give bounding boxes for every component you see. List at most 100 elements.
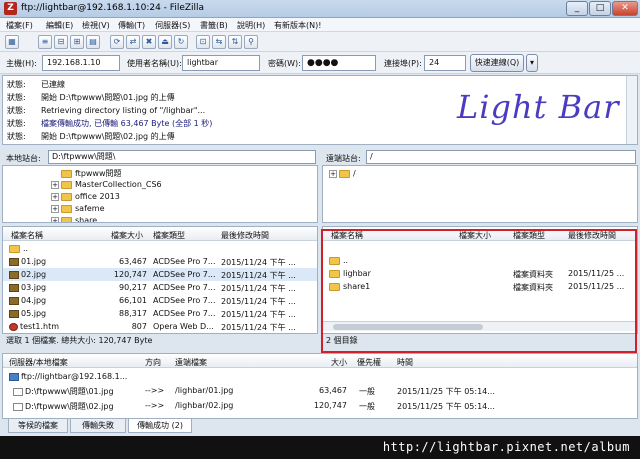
disconnect-icon[interactable]: ⏏: [158, 35, 172, 49]
log-scrollbar[interactable]: [626, 76, 637, 144]
column-modified[interactable]: 最後修改時間: [221, 230, 269, 241]
log-line: 狀態: 開始 D:\ftpwww\問題\02.jpg 的上傳: [7, 132, 175, 141]
lightbar-logo: Light Bar: [457, 88, 620, 126]
folder-icon: [9, 244, 20, 253]
remote-path-row: 遠端站台: /: [322, 149, 638, 165]
folder-icon: [61, 204, 72, 213]
expand-icon[interactable]: +: [51, 180, 59, 189]
folder-icon: [339, 169, 350, 178]
column-size[interactable]: 檔案大小: [111, 230, 143, 241]
close-button[interactable]: ✕: [612, 1, 638, 16]
toggle-log-icon[interactable]: ≡: [38, 35, 52, 49]
local-directory-tree: ftpwww問題 + MasterCollection_CS6 + office 2…: [2, 165, 318, 223]
menu-bookmarks[interactable]: 書籤(B): [200, 20, 228, 31]
tree-item[interactable]: + office 2013: [51, 192, 120, 201]
column-size[interactable]: 大小: [331, 357, 347, 368]
column-name[interactable]: 檔案名稱: [11, 230, 43, 241]
toggle-remote-tree-icon[interactable]: ⊞: [70, 35, 84, 49]
menu-transfer[interactable]: 傳輸(T): [118, 20, 145, 31]
user-label: 使用者名稱(U):: [127, 59, 182, 68]
tab-queued-files[interactable]: 等候的檔案: [8, 419, 68, 433]
search-icon[interactable]: ⚲: [244, 35, 258, 49]
menu-edit[interactable]: 編輯(E): [46, 20, 73, 31]
column-type[interactable]: 檔案類型: [153, 230, 185, 241]
refresh-icon[interactable]: ⟳: [110, 35, 124, 49]
log-line: 狀態: Retrieving directory listing of "/lig…: [7, 106, 206, 115]
title-bar: Z ftp://lightbar@192.168.1.10:24 - FileZ…: [0, 0, 640, 18]
tree-item[interactable]: + /: [329, 169, 356, 178]
filter-icon[interactable]: ⊡: [196, 35, 210, 49]
table-row[interactable]: ..: [3, 242, 317, 255]
queue-row[interactable]: D:\ftpwww\問題\01.jpg -->> /lighbar/01.jpg…: [3, 384, 637, 397]
cancel-icon[interactable]: ✖: [142, 35, 156, 49]
column-remote[interactable]: 遠端檔案: [175, 357, 207, 368]
folder-icon: [61, 180, 72, 189]
queue-server-row[interactable]: ftp://lightbar@192.168.1...: [3, 370, 637, 383]
maximize-button[interactable]: □: [589, 1, 611, 16]
minimize-button[interactable]: _: [566, 1, 588, 16]
tree-item[interactable]: + share: [51, 216, 97, 222]
server-icon: [9, 372, 19, 381]
remote-path-label: 遠端站台:: [326, 154, 361, 163]
site-manager-icon[interactable]: ▦: [5, 35, 19, 49]
expand-icon[interactable]: +: [329, 169, 337, 178]
table-row[interactable]: 03.jpg 90,217 ACDSee Pro 7... 2015/11/24…: [3, 281, 317, 294]
transfer-queue: 伺服器/本地檔案 方向 遠端檔案 大小 優先權 時間 ftp://lightba…: [2, 353, 638, 419]
tree-item[interactable]: + safeme: [51, 204, 105, 213]
toggle-local-tree-icon[interactable]: ⊟: [54, 35, 68, 49]
image-file-icon: [9, 257, 19, 266]
tree-item[interactable]: + MasterCollection_CS6: [51, 180, 162, 189]
image-file-icon: [9, 309, 19, 318]
port-input[interactable]: 24: [424, 55, 466, 71]
toggle-queue-icon[interactable]: ▤: [86, 35, 100, 49]
compare-icon[interactable]: ⇆: [212, 35, 226, 49]
quickconnect-bar: 主機(H): 192.168.1.10 使用者名稱(U): lightbar 密…: [0, 52, 640, 74]
expand-icon[interactable]: +: [51, 204, 59, 213]
password-input[interactable]: ●●●●: [302, 55, 376, 71]
column-priority[interactable]: 優先權: [357, 357, 381, 368]
table-row[interactable]: 02.jpg 120,747 ACDSee Pro 7... 2015/11/2…: [3, 268, 317, 281]
tab-failed-transfers[interactable]: 傳輸失敗: [70, 419, 126, 433]
column-time[interactable]: 時間: [397, 357, 413, 368]
menu-new-version[interactable]: 有新版本(N)!: [274, 20, 321, 31]
message-log: 狀態: 已連線 狀態: 開始 D:\ftpwww\問題\01.jpg 的上傳 狀態:…: [2, 75, 638, 145]
column-direction[interactable]: 方向: [145, 357, 161, 368]
highlight-box: [321, 229, 637, 353]
footer-bar: http://lightbar.pixnet.net/album: [0, 436, 640, 459]
menu-help[interactable]: 說明(H): [237, 20, 265, 31]
toolbar: ▦ ≡ ⊟ ⊞ ▤ ⟳ ⇄ ✖ ⏏ ↻ ⊡ ⇆ ⇅ ⚲: [0, 32, 640, 52]
table-row[interactable]: 04.jpg 66,101 ACDSee Pro 7... 2015/11/24…: [3, 294, 317, 307]
queue-tabs: 等候的檔案 傳輸失敗 傳輸成功 (2): [2, 419, 638, 434]
local-path-row: 本地站台: D:\ftpwww\問題\: [2, 149, 318, 165]
expand-icon[interactable]: +: [51, 216, 59, 222]
folder-icon: [61, 216, 72, 222]
quickconnect-button[interactable]: 快速連線(Q): [470, 54, 524, 72]
log-line: 狀態: 開始 D:\ftpwww\問題\01.jpg 的上傳: [7, 93, 175, 102]
local-file-list: 檔案名稱 檔案大小 檔案類型 最後修改時間 .. 01.jpg 63,467 A…: [2, 226, 318, 334]
remote-directory-tree: + /: [322, 165, 638, 223]
quickconnect-dropdown-icon[interactable]: ▾: [526, 54, 538, 72]
user-input[interactable]: lightbar: [182, 55, 260, 71]
image-file-icon: [9, 270, 19, 279]
file-icon: [13, 387, 23, 396]
column-server[interactable]: 伺服器/本地檔案: [9, 357, 68, 368]
menu-server[interactable]: 伺服器(S): [155, 20, 190, 31]
reconnect-icon[interactable]: ↻: [174, 35, 188, 49]
menu-view[interactable]: 檢視(V): [82, 20, 110, 31]
table-row[interactable]: 05.jpg 88,317 ACDSee Pro 7... 2015/11/24…: [3, 307, 317, 320]
menu-file[interactable]: 檔案(F): [6, 20, 33, 31]
table-row[interactable]: 01.jpg 63,467 ACDSee Pro 7... 2015/11/24…: [3, 255, 317, 268]
queue-row[interactable]: D:\ftpwww\問題\02.jpg -->> /lighbar/02.jpg…: [3, 399, 637, 412]
host-input[interactable]: 192.168.1.10: [42, 55, 120, 71]
tree-item[interactable]: ftpwww問題: [61, 168, 122, 179]
tab-successful-transfers[interactable]: 傳輸成功 (2): [128, 419, 192, 433]
sync-browse-icon[interactable]: ⇅: [228, 35, 242, 49]
expand-icon[interactable]: +: [51, 192, 59, 201]
remote-path-input[interactable]: /: [366, 150, 636, 164]
process-queue-icon[interactable]: ⇄: [126, 35, 140, 49]
web-file-icon: [9, 322, 18, 331]
window-title: ftp://lightbar@192.168.1.10:24 - FileZil…: [21, 3, 205, 13]
table-row[interactable]: test1.htm 807 Opera Web D... 2015/11/24 …: [3, 320, 317, 333]
folder-icon: [61, 192, 72, 201]
local-path-input[interactable]: D:\ftpwww\問題\: [48, 150, 316, 164]
